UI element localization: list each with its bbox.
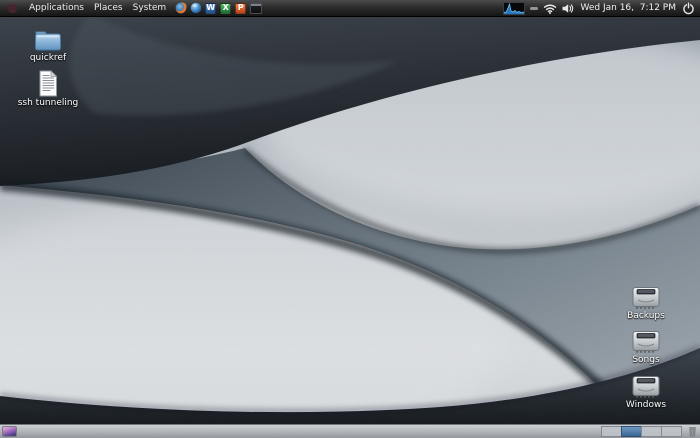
- terminal-icon[interactable]: [249, 2, 262, 15]
- workspace-cell-4[interactable]: [661, 426, 682, 437]
- excel-letter: X: [223, 4, 229, 12]
- ms-powerpoint-icon[interactable]: P: [234, 2, 247, 15]
- ms-excel-icon[interactable]: X: [219, 2, 232, 15]
- hard-drive-icon: [631, 286, 661, 310]
- word-letter: W: [206, 4, 215, 12]
- menu-applications[interactable]: Applications: [24, 2, 89, 14]
- web-browser-globe-icon[interactable]: [189, 2, 202, 15]
- icon-label: quickref: [30, 53, 66, 64]
- wifi-icon[interactable]: [543, 3, 557, 14]
- clock[interactable]: Wed Jan 16, 7:12 PM: [579, 3, 677, 13]
- apple-menu-icon[interactable]: [6, 1, 19, 15]
- battery-status-icon[interactable]: [530, 7, 538, 10]
- powerpoint-letter: P: [238, 4, 244, 12]
- firefox-icon[interactable]: [174, 2, 187, 15]
- trash-icon[interactable]: [687, 426, 698, 438]
- hard-drive-icon: [631, 375, 661, 399]
- workspace-cell-3[interactable]: [641, 426, 662, 437]
- desktop-wallpaper: [0, 0, 700, 438]
- top-panel: Applications Places System: [0, 0, 700, 17]
- icon-label: Windows: [626, 400, 666, 411]
- desktop-icon-backups-drive[interactable]: Backups: [620, 286, 672, 322]
- ms-word-icon[interactable]: W: [204, 2, 217, 15]
- text-document-icon: [37, 70, 59, 97]
- folder-icon: [32, 27, 64, 52]
- power-icon[interactable]: [682, 2, 695, 15]
- icon-label: Backups: [627, 311, 665, 322]
- desktop-screen: Applications Places System: [0, 0, 700, 438]
- panel-launchers: W X P: [174, 2, 262, 15]
- workspace-cell-2[interactable]: [621, 426, 642, 437]
- workspace-cell-1[interactable]: [601, 426, 622, 437]
- system-tray: Wed Jan 16, 7:12 PM: [503, 2, 697, 15]
- volume-icon[interactable]: [562, 3, 574, 14]
- show-desktop-button[interactable]: [2, 426, 17, 437]
- menu-places[interactable]: Places: [89, 2, 128, 14]
- desktop-icon-ssh-tunneling[interactable]: ssh tunneling: [20, 70, 76, 109]
- workspace-switcher: [602, 426, 682, 437]
- system-monitor-applet[interactable]: [503, 2, 525, 15]
- desktop-icon-windows-drive[interactable]: Windows: [620, 375, 672, 411]
- desktop-icon-quickref[interactable]: quickref: [22, 27, 74, 64]
- hard-drive-icon: [631, 330, 661, 354]
- desktop-icon-songs-drive[interactable]: Songs: [620, 330, 672, 366]
- icon-label: Songs: [632, 355, 659, 366]
- icon-label: ssh tunneling: [18, 98, 79, 109]
- menu-system[interactable]: System: [128, 2, 172, 14]
- bottom-panel: [0, 424, 700, 438]
